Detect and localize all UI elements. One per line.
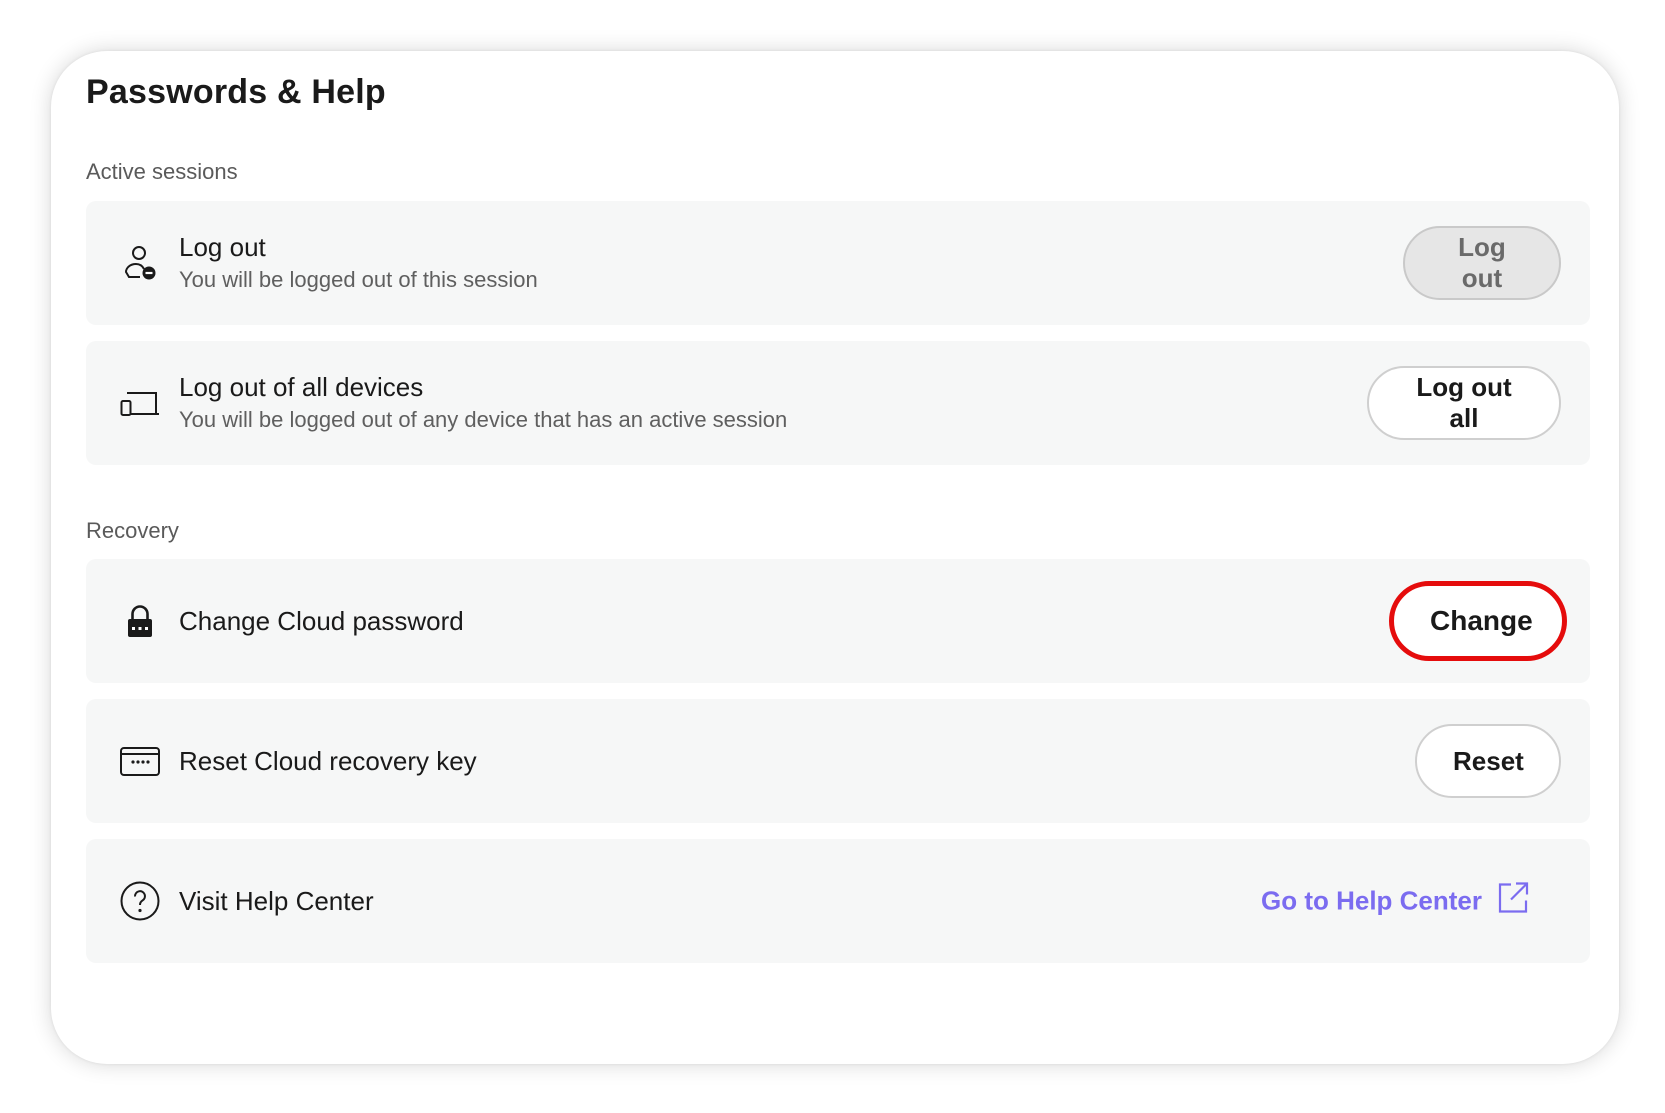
row-logout-all-text: Log out of all devices You will be logge… [179,370,787,436]
row-reset-key: Reset Cloud recovery key Reset [86,699,1590,823]
external-link-icon [1496,881,1530,922]
row-logout: Log out You will be logged out of this s… [86,201,1590,325]
row-change-password-title: Change Cloud password [179,606,464,636]
row-help-center-text: Visit Help Center [179,884,374,918]
row-logout-all: Log out of all devices You will be logge… [86,341,1590,465]
help-center-link[interactable]: Go to Help Center [1261,881,1530,922]
user-minus-icon [119,242,161,284]
page-title: Passwords & Help [86,73,386,111]
row-logout-text: Log out You will be logged out of this s… [179,230,538,296]
row-reset-key-text: Reset Cloud recovery key [179,744,477,778]
reset-key-button[interactable]: Reset [1415,724,1561,798]
logout-button[interactable]: Log out [1403,226,1561,300]
row-logout-all-subtitle: You will be logged out of any device tha… [179,407,788,432]
row-change-password: Change Cloud password Change [86,559,1590,683]
row-help-center: Visit Help Center Go to Help Center [86,839,1590,963]
row-logout-all-title: Log out of all devices [179,372,424,402]
section-label-recovery: Recovery [86,518,179,543]
devices-icon [119,382,161,424]
passwords-help-panel: Passwords & Help Active sessions Log out… [51,51,1619,1064]
key-card-icon [119,740,161,782]
question-circle-icon [119,880,161,922]
logout-all-button[interactable]: Log out all [1367,366,1561,440]
row-logout-subtitle: You will be logged out of this session [179,267,538,292]
row-logout-title: Log out [179,232,266,262]
help-center-link-label: Go to Help Center [1260,885,1482,916]
row-help-center-title: Visit Help Center [179,886,374,916]
change-password-button[interactable]: Change [1389,581,1567,661]
section-label-active-sessions: Active sessions [86,159,238,184]
lock-icon [119,600,161,642]
row-reset-key-title: Reset Cloud recovery key [179,746,477,776]
row-change-password-text: Change Cloud password [179,604,464,638]
